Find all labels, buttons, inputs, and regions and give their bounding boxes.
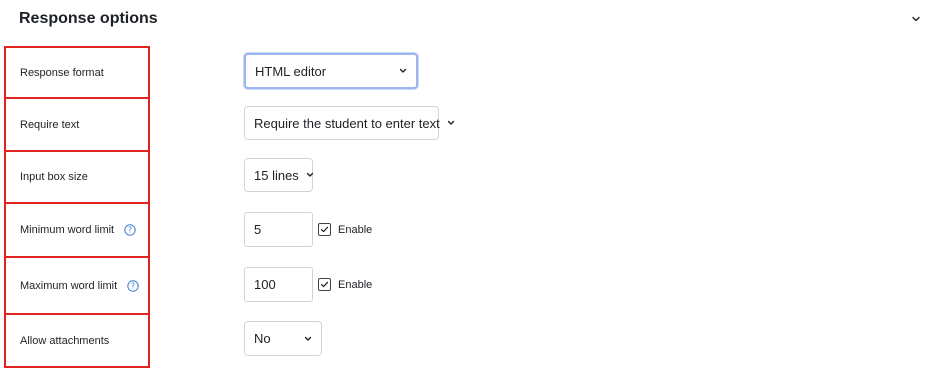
response-format-value: HTML editor bbox=[255, 63, 327, 79]
svg-text:?: ? bbox=[131, 281, 135, 290]
maximum-word-limit-value: 100 bbox=[254, 277, 276, 292]
chevron-down-icon bbox=[911, 14, 921, 24]
label-allow-attachments: Allow attachments bbox=[4, 313, 150, 368]
enable-label: Enable bbox=[338, 223, 373, 236]
checkmark-icon bbox=[320, 226, 329, 233]
chevron-down-icon bbox=[303, 334, 313, 344]
response-format-select[interactable]: HTML editor bbox=[244, 53, 418, 89]
label-input-box-size: Input box size bbox=[4, 150, 150, 204]
label-minimum-word-limit: Minimum word limit ? bbox=[4, 202, 150, 258]
label-response-format-text: Response format bbox=[20, 66, 104, 79]
chevron-down-icon bbox=[446, 118, 456, 128]
enable-checkbox[interactable] bbox=[318, 278, 331, 291]
minimum-word-limit-input[interactable]: 5 bbox=[244, 212, 313, 247]
svg-text:?: ? bbox=[128, 226, 132, 235]
section-title: Response options bbox=[19, 10, 158, 27]
label-maximum-word-limit-text: Maximum word limit bbox=[20, 279, 118, 292]
label-response-format: Response format bbox=[4, 46, 150, 99]
response-options-section: Response options Response format HTML ed… bbox=[0, 0, 936, 372]
input-box-size-value: 15 lines bbox=[254, 167, 299, 183]
chevron-down-icon bbox=[398, 66, 408, 76]
checkmark-icon bbox=[320, 281, 329, 288]
label-maximum-word-limit: Maximum word limit ? bbox=[4, 256, 150, 315]
label-allow-attachments-text: Allow attachments bbox=[20, 334, 110, 347]
help-icon[interactable]: ? bbox=[127, 279, 139, 292]
label-minimum-word-limit-text: Minimum word limit bbox=[20, 224, 115, 236]
input-box-size-select[interactable]: 15 lines bbox=[244, 158, 315, 192]
maximum-word-limit-enable[interactable]: Enable bbox=[318, 278, 372, 291]
require-text-value: Require the student to enter text bbox=[254, 115, 440, 131]
enable-label: Enable bbox=[338, 278, 373, 291]
help-icon[interactable]: ? bbox=[124, 224, 136, 236]
allow-attachments-select[interactable]: No bbox=[244, 321, 322, 356]
maximum-word-limit-input[interactable]: 100 bbox=[244, 267, 313, 302]
chevron-down-icon bbox=[305, 170, 315, 180]
minimum-word-limit-enable[interactable]: Enable bbox=[318, 223, 372, 236]
enable-checkbox[interactable] bbox=[318, 223, 331, 236]
require-text-select[interactable]: Require the student to enter text bbox=[244, 106, 454, 140]
label-require-text-text: Require text bbox=[20, 118, 80, 131]
label-input-box-size-text: Input box size bbox=[20, 171, 88, 183]
allow-attachments-value: No bbox=[254, 331, 271, 346]
minimum-word-limit-value: 5 bbox=[254, 222, 262, 237]
label-require-text: Require text bbox=[4, 97, 150, 152]
section-collapse-toggle[interactable] bbox=[906, 12, 920, 26]
